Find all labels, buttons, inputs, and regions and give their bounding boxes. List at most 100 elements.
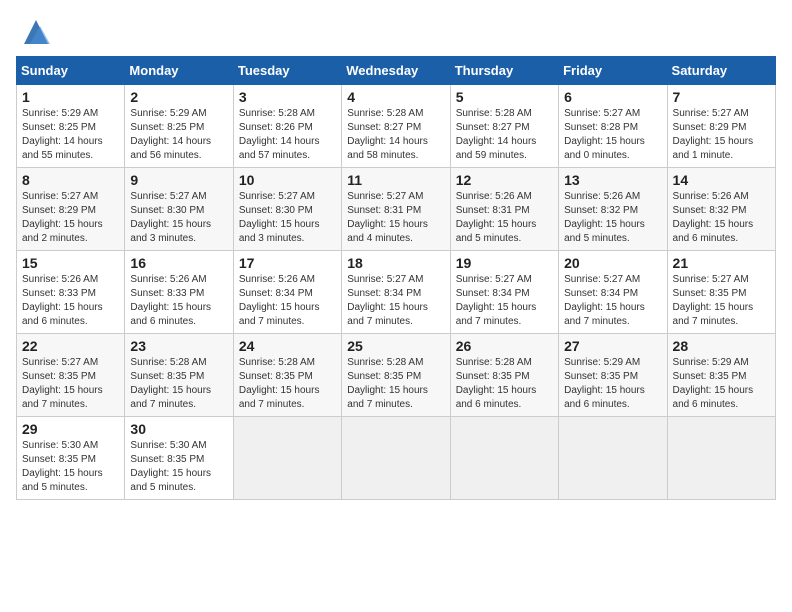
calendar-week-row: 29 Sunrise: 5:30 AM Sunset: 8:35 PM Dayli… xyxy=(17,417,776,500)
calendar-cell: 28 Sunrise: 5:29 AM Sunset: 8:35 PM Dayli… xyxy=(667,334,775,417)
day-info: Sunrise: 5:28 AM Sunset: 8:35 PM Dayligh… xyxy=(130,356,227,412)
calendar-cell: 1 Sunrise: 5:29 AM Sunset: 8:25 PM Daylig… xyxy=(17,85,125,168)
column-header-wednesday: Wednesday xyxy=(342,57,450,85)
calendar-cell: 14 Sunrise: 5:26 AM Sunset: 8:32 PM Dayli… xyxy=(667,168,775,251)
day-info: Sunrise: 5:27 AM Sunset: 8:34 PM Dayligh… xyxy=(564,273,661,329)
calendar-week-row: 8 Sunrise: 5:27 AM Sunset: 8:29 PM Daylig… xyxy=(17,168,776,251)
calendar-cell: 17 Sunrise: 5:26 AM Sunset: 8:34 PM Dayli… xyxy=(233,251,341,334)
calendar-cell: 7 Sunrise: 5:27 AM Sunset: 8:29 PM Daylig… xyxy=(667,85,775,168)
day-number: 7 xyxy=(673,89,770,105)
calendar-week-row: 1 Sunrise: 5:29 AM Sunset: 8:25 PM Daylig… xyxy=(17,85,776,168)
calendar-cell: 16 Sunrise: 5:26 AM Sunset: 8:33 PM Dayli… xyxy=(125,251,233,334)
day-info: Sunrise: 5:26 AM Sunset: 8:31 PM Dayligh… xyxy=(456,190,553,246)
calendar-cell xyxy=(233,417,341,500)
day-number: 12 xyxy=(456,172,553,188)
day-number: 23 xyxy=(130,338,227,354)
day-number: 17 xyxy=(239,255,336,271)
calendar-cell: 13Sunrise: 5:26 AM Sunset: 8:32 PM Dayli… xyxy=(559,168,667,251)
calendar-cell: 6 Sunrise: 5:27 AM Sunset: 8:28 PM Daylig… xyxy=(559,85,667,168)
day-number: 19 xyxy=(456,255,553,271)
calendar-cell xyxy=(450,417,558,500)
calendar-cell: 15 Sunrise: 5:26 AM Sunset: 8:33 PM Dayli… xyxy=(17,251,125,334)
day-number: 27 xyxy=(564,338,661,354)
day-info: Sunrise: 5:27 AM Sunset: 8:29 PM Dayligh… xyxy=(673,107,770,163)
day-info: Sunrise: 5:28 AM Sunset: 8:26 PM Dayligh… xyxy=(239,107,336,163)
day-number: 18 xyxy=(347,255,444,271)
calendar-cell xyxy=(342,417,450,500)
logo xyxy=(16,16,52,48)
calendar-cell: 10 Sunrise: 5:27 AM Sunset: 8:30 PM Dayli… xyxy=(233,168,341,251)
day-info: Sunrise: 5:27 AM Sunset: 8:34 PM Dayligh… xyxy=(347,273,444,329)
calendar-cell: 21 Sunrise: 5:27 AM Sunset: 8:35 PM Dayli… xyxy=(667,251,775,334)
day-number: 21 xyxy=(673,255,770,271)
calendar-cell: 11Sunrise: 5:27 AM Sunset: 8:31 PM Dayli… xyxy=(342,168,450,251)
day-info: Sunrise: 5:29 AM Sunset: 8:25 PM Dayligh… xyxy=(130,107,227,163)
day-number: 22 xyxy=(22,338,119,354)
day-info: Sunrise: 5:27 AM Sunset: 8:34 PM Dayligh… xyxy=(456,273,553,329)
day-info: Sunrise: 5:30 AM Sunset: 8:35 PM Dayligh… xyxy=(22,439,119,495)
day-number: 26 xyxy=(456,338,553,354)
day-info: Sunrise: 5:29 AM Sunset: 8:35 PM Dayligh… xyxy=(564,356,661,412)
logo-icon xyxy=(20,16,52,48)
calendar-cell: 2 Sunrise: 5:29 AM Sunset: 8:25 PM Daylig… xyxy=(125,85,233,168)
day-info: Sunrise: 5:28 AM Sunset: 8:27 PM Dayligh… xyxy=(347,107,444,163)
day-number: 1 xyxy=(22,89,119,105)
calendar-header-row: SundayMondayTuesdayWednesdayThursdayFrid… xyxy=(17,57,776,85)
calendar-cell: 29 Sunrise: 5:30 AM Sunset: 8:35 PM Dayli… xyxy=(17,417,125,500)
calendar-cell: 25 Sunrise: 5:28 AM Sunset: 8:35 PM Dayli… xyxy=(342,334,450,417)
day-number: 16 xyxy=(130,255,227,271)
day-number: 14 xyxy=(673,172,770,188)
day-info: Sunrise: 5:26 AM Sunset: 8:34 PM Dayligh… xyxy=(239,273,336,329)
column-header-thursday: Thursday xyxy=(450,57,558,85)
day-info: Sunrise: 5:27 AM Sunset: 8:28 PM Dayligh… xyxy=(564,107,661,163)
day-info: Sunrise: 5:27 AM Sunset: 8:30 PM Dayligh… xyxy=(239,190,336,246)
day-number: 29 xyxy=(22,421,119,437)
calendar-cell xyxy=(559,417,667,500)
calendar-week-row: 15 Sunrise: 5:26 AM Sunset: 8:33 PM Dayli… xyxy=(17,251,776,334)
calendar-cell: 12 Sunrise: 5:26 AM Sunset: 8:31 PM Dayli… xyxy=(450,168,558,251)
calendar-cell: 22 Sunrise: 5:27 AM Sunset: 8:35 PM Dayli… xyxy=(17,334,125,417)
day-info: Sunrise: 5:29 AM Sunset: 8:25 PM Dayligh… xyxy=(22,107,119,163)
day-number: 4 xyxy=(347,89,444,105)
calendar-cell: 26 Sunrise: 5:28 AM Sunset: 8:35 PM Dayli… xyxy=(450,334,558,417)
calendar-cell: 4 Sunrise: 5:28 AM Sunset: 8:27 PM Daylig… xyxy=(342,85,450,168)
calendar-cell: 20 Sunrise: 5:27 AM Sunset: 8:34 PM Dayli… xyxy=(559,251,667,334)
calendar-cell: 27 Sunrise: 5:29 AM Sunset: 8:35 PM Dayli… xyxy=(559,334,667,417)
day-info: Sunrise: 5:28 AM Sunset: 8:35 PM Dayligh… xyxy=(239,356,336,412)
day-info: Sunrise: 5:26 AM Sunset: 8:32 PM Dayligh… xyxy=(564,190,661,246)
day-info: Sunrise: 5:27 AM Sunset: 8:35 PM Dayligh… xyxy=(673,273,770,329)
day-number: 15 xyxy=(22,255,119,271)
calendar-cell: 30Sunrise: 5:30 AM Sunset: 8:35 PM Dayli… xyxy=(125,417,233,500)
day-number: 2 xyxy=(130,89,227,105)
calendar-body: 1 Sunrise: 5:29 AM Sunset: 8:25 PM Daylig… xyxy=(17,85,776,500)
day-number: 9 xyxy=(130,172,227,188)
day-info: Sunrise: 5:27 AM Sunset: 8:35 PM Dayligh… xyxy=(22,356,119,412)
calendar-table: SundayMondayTuesdayWednesdayThursdayFrid… xyxy=(16,56,776,500)
calendar-cell: 8 Sunrise: 5:27 AM Sunset: 8:29 PM Daylig… xyxy=(17,168,125,251)
day-number: 28 xyxy=(673,338,770,354)
calendar-week-row: 22 Sunrise: 5:27 AM Sunset: 8:35 PM Dayli… xyxy=(17,334,776,417)
day-info: Sunrise: 5:28 AM Sunset: 8:35 PM Dayligh… xyxy=(347,356,444,412)
day-info: Sunrise: 5:26 AM Sunset: 8:33 PM Dayligh… xyxy=(22,273,119,329)
page-header xyxy=(16,16,776,48)
day-number: 8 xyxy=(22,172,119,188)
day-info: Sunrise: 5:26 AM Sunset: 8:33 PM Dayligh… xyxy=(130,273,227,329)
day-info: Sunrise: 5:29 AM Sunset: 8:35 PM Dayligh… xyxy=(673,356,770,412)
day-info: Sunrise: 5:26 AM Sunset: 8:32 PM Dayligh… xyxy=(673,190,770,246)
day-number: 20 xyxy=(564,255,661,271)
day-number: 25 xyxy=(347,338,444,354)
column-header-monday: Monday xyxy=(125,57,233,85)
day-info: Sunrise: 5:27 AM Sunset: 8:29 PM Dayligh… xyxy=(22,190,119,246)
calendar-cell: 18 Sunrise: 5:27 AM Sunset: 8:34 PM Dayli… xyxy=(342,251,450,334)
calendar-cell: 23 Sunrise: 5:28 AM Sunset: 8:35 PM Dayli… xyxy=(125,334,233,417)
day-number: 10 xyxy=(239,172,336,188)
day-info: Sunrise: 5:28 AM Sunset: 8:35 PM Dayligh… xyxy=(456,356,553,412)
column-header-saturday: Saturday xyxy=(667,57,775,85)
day-number: 3 xyxy=(239,89,336,105)
day-info: Sunrise: 5:27 AM Sunset: 8:30 PM Dayligh… xyxy=(130,190,227,246)
day-info: Sunrise: 5:30 AM Sunset: 8:35 PM Dayligh… xyxy=(130,439,227,495)
column-header-friday: Friday xyxy=(559,57,667,85)
day-number: 6 xyxy=(564,89,661,105)
day-number: 24 xyxy=(239,338,336,354)
day-info: Sunrise: 5:27 AM Sunset: 8:31 PM Dayligh… xyxy=(347,190,444,246)
